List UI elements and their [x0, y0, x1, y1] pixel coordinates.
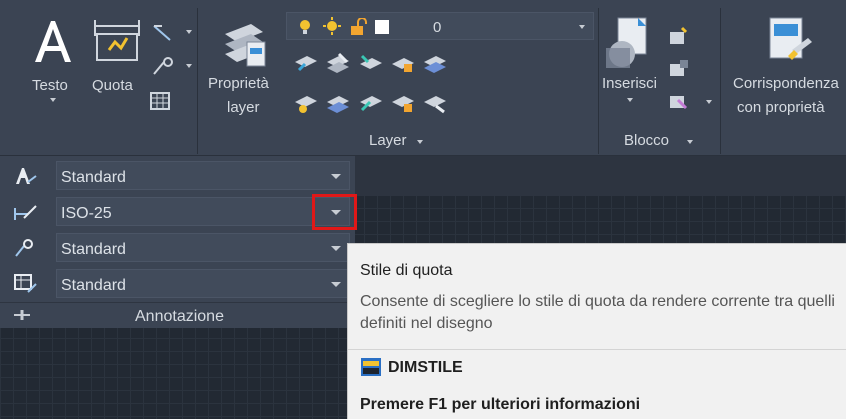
- layer-combo[interactable]: 0: [286, 12, 594, 40]
- annotation-panel: Standard ISO-25 Standard Standard Annota…: [0, 156, 355, 328]
- multileader-style-combo[interactable]: Standard: [56, 233, 350, 262]
- chevron-down-icon[interactable]: [331, 246, 341, 251]
- canvas-top-strip: [355, 156, 846, 196]
- leader-icon[interactable]: [150, 22, 176, 44]
- tooltip: Stile di quota Consente di scegliere lo …: [347, 243, 846, 419]
- tooltip-help: Premere F1 per ulteriori informazioni: [360, 396, 641, 413]
- multileader-style-value: Standard: [61, 241, 126, 258]
- layer-tool-icon-10[interactable]: [422, 92, 448, 114]
- layer-on-bulb-icon: [299, 19, 311, 35]
- match-properties-label-2[interactable]: con proprietà: [737, 100, 825, 115]
- blocco-panel-label[interactable]: Blocco: [624, 133, 669, 148]
- dimension-quota-icon[interactable]: [93, 16, 141, 64]
- layer-properties-icon[interactable]: [219, 18, 269, 70]
- layer-panel-caret[interactable]: [417, 140, 423, 144]
- dimension-style-icon: [14, 205, 37, 220]
- dimension-style-row: ISO-25: [0, 194, 355, 230]
- table-style-icon: [14, 274, 37, 293]
- create-block-icon[interactable]: [668, 26, 690, 46]
- layer-current-name: 0: [433, 19, 442, 36]
- dimstyle-command-icon: [361, 358, 381, 376]
- insert-block-icon[interactable]: [604, 16, 660, 70]
- match-properties-label-1[interactable]: Corrispondenza: [733, 76, 839, 91]
- layer-panel-label[interactable]: Layer: [369, 133, 407, 148]
- text-style-value: Standard: [61, 169, 126, 186]
- multileader-style-icon: [15, 239, 33, 257]
- tooltip-title: Stile di quota: [360, 262, 453, 279]
- tooltip-description: Consente di scegliere lo stile di quota …: [360, 293, 835, 332]
- ribbon-separator: [598, 8, 599, 154]
- testo-dropdown-caret[interactable]: [50, 98, 56, 102]
- text-style-icon: [16, 168, 37, 184]
- layer-combo-arrow[interactable]: [579, 25, 585, 29]
- pin-icon[interactable]: [12, 309, 32, 321]
- ribbon: Testo Quota Proprietà layer 0 Layer Inse…: [0, 0, 846, 156]
- edit-block-icon[interactable]: [668, 58, 690, 78]
- insert-dropdown-caret[interactable]: [627, 98, 633, 102]
- layer-tool-icon-7[interactable]: [325, 92, 351, 114]
- dropdown-highlight-box: [312, 194, 357, 230]
- annotation-panel-title: Annotazione: [135, 308, 224, 325]
- leader-dropdown-caret[interactable]: [186, 30, 192, 34]
- table-style-value: Standard: [61, 277, 126, 294]
- text-a-icon[interactable]: [32, 18, 74, 64]
- table-icon[interactable]: [150, 92, 170, 110]
- multileader-icon[interactable]: [150, 56, 176, 78]
- layer-tool-icon-1[interactable]: [293, 52, 319, 74]
- table-style-combo[interactable]: Standard: [56, 269, 350, 298]
- layer-tool-icon-2[interactable]: [325, 52, 351, 74]
- layer-tool-icon-9[interactable]: [390, 92, 416, 114]
- tooltip-separator: [348, 349, 846, 350]
- chevron-down-icon[interactable]: [331, 282, 341, 287]
- multileader-dropdown-caret[interactable]: [186, 64, 192, 68]
- layer-tool-icon-3[interactable]: [358, 52, 384, 74]
- block-attribute-icon[interactable]: [668, 92, 690, 112]
- text-style-combo[interactable]: Standard: [56, 161, 350, 190]
- layer-thaw-sun-icon: [323, 17, 341, 35]
- dimension-style-value: ISO-25: [61, 205, 112, 222]
- tooltip-command: DIMSTILE: [388, 359, 463, 376]
- table-style-row: Standard: [0, 266, 355, 302]
- blocco-panel-caret[interactable]: [687, 140, 693, 144]
- insert-label[interactable]: Inserisci: [602, 76, 657, 91]
- layer-tool-icon-5[interactable]: [422, 52, 448, 74]
- layer-tool-icon-4[interactable]: [390, 52, 416, 74]
- layer-tool-icon-6[interactable]: [293, 92, 319, 114]
- ribbon-separator: [720, 8, 721, 154]
- quota-label[interactable]: Quota: [92, 78, 133, 93]
- layer-properties-label-1[interactable]: Proprietà: [208, 76, 269, 91]
- layer-unlock-icon: [349, 17, 367, 36]
- layer-color-swatch-icon: [375, 20, 389, 34]
- match-properties-icon[interactable]: [764, 16, 814, 66]
- annotation-panel-footer: Annotazione: [0, 302, 355, 328]
- layer-properties-label-2[interactable]: layer: [227, 100, 260, 115]
- text-style-row: Standard: [0, 158, 355, 194]
- ribbon-separator: [197, 8, 198, 154]
- chevron-down-icon[interactable]: [331, 174, 341, 179]
- testo-label[interactable]: Testo: [32, 78, 68, 93]
- block-attribute-caret[interactable]: [706, 100, 712, 104]
- multileader-style-row: Standard: [0, 230, 355, 266]
- dimension-style-combo[interactable]: ISO-25: [56, 197, 350, 226]
- layer-tool-icon-8[interactable]: [358, 92, 384, 114]
